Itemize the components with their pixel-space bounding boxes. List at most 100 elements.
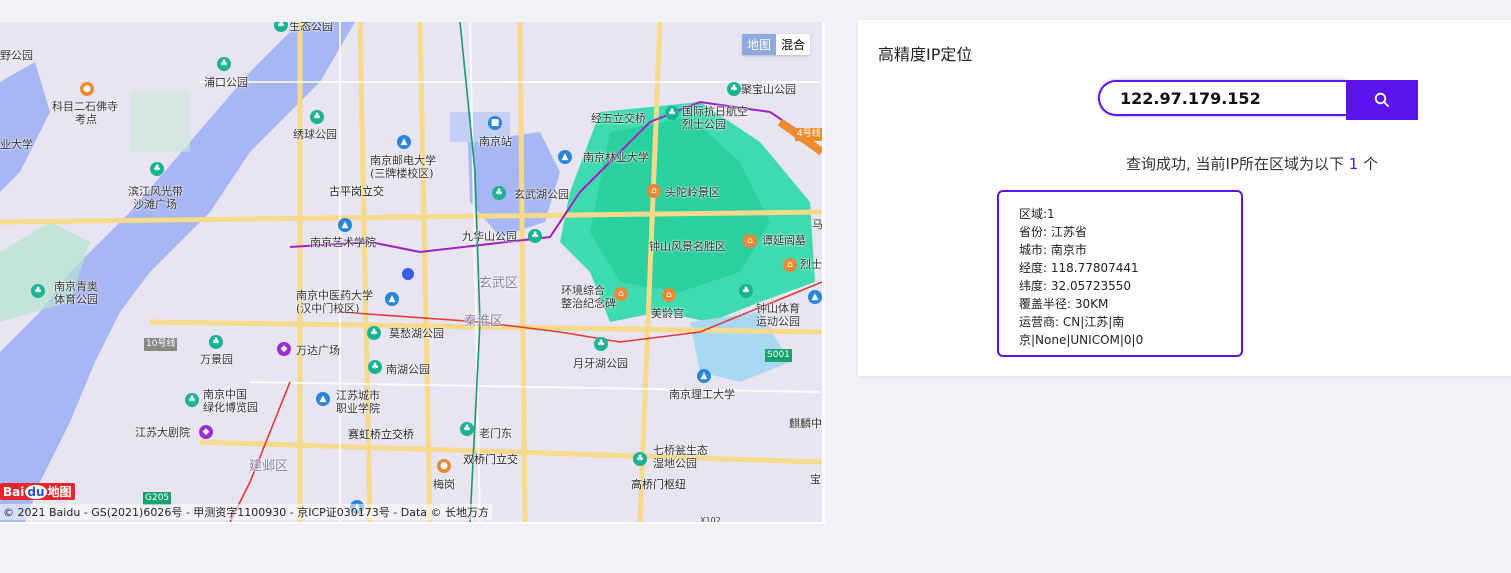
scenic-pin-icon[interactable]: ⌂	[662, 288, 676, 302]
map-label: X102	[700, 516, 721, 524]
map-label: 古平岗立交	[329, 185, 384, 198]
map-label: 绿化博览园	[203, 401, 258, 414]
school-pin-icon[interactable]: ▲	[808, 290, 822, 304]
scenic-pin-icon[interactable]: ⌂	[783, 258, 797, 272]
map-label: 南京青奥	[54, 280, 98, 293]
map-label: 运动公园	[756, 315, 800, 328]
park-pin-icon[interactable]: ♣	[460, 422, 474, 436]
park-pin-icon[interactable]: ♣	[217, 57, 231, 71]
station-pin-icon[interactable]: ■	[488, 116, 502, 130]
map-label: 谭延闿墓	[762, 234, 806, 247]
park-pin-icon[interactable]: ♣	[528, 229, 542, 243]
map-label: 整治纪念碑	[561, 297, 616, 310]
map-label: 马	[812, 218, 823, 231]
map-type-switch[interactable]: 地图 混合	[741, 34, 810, 55]
park-pin-icon[interactable]: ♣	[185, 393, 199, 407]
search-box	[1098, 80, 1418, 120]
result-card[interactable]: 区域:1 省份: 江苏省 城市: 南京市 经度: 118.77807441 纬度…	[997, 190, 1243, 357]
map-label: 南京站	[479, 135, 512, 148]
map-label: 滨江风光带	[128, 185, 183, 198]
scenic-pin-icon[interactable]: ⌂	[614, 287, 628, 301]
school-pin-icon[interactable]: ▲	[338, 218, 352, 232]
school-pin-icon[interactable]: ▲	[397, 135, 411, 149]
map-label: 浦口公园	[204, 76, 248, 89]
map-label: 建邺区	[249, 459, 289, 474]
map-label: 南京邮电大学	[370, 154, 436, 167]
map-label: 南京艺术学院	[310, 236, 376, 249]
map-label: 玄武区	[479, 276, 519, 291]
park-pin-icon[interactable]: ♣	[727, 82, 741, 96]
result-isp-cont: 京|None|UNICOM|0|0	[1019, 333, 1144, 347]
park-pin-icon[interactable]: ♣	[368, 360, 382, 374]
map-label: 南京中国	[203, 388, 247, 401]
result-longitude: 经度: 118.77807441	[1019, 261, 1139, 275]
map-label: 秦淮区	[464, 314, 504, 329]
result-radius: 覆盖半径: 30KM	[1019, 297, 1109, 311]
park-pin-icon[interactable]: ♣	[633, 452, 647, 466]
map-label: 莫愁湖公园	[389, 327, 444, 340]
map-label: 职业学院	[336, 402, 380, 415]
map-label: (三牌楼校区)	[370, 167, 434, 180]
result-region: 区域:1	[1019, 207, 1055, 221]
map-label: 江苏城市	[336, 389, 380, 402]
park-pin-icon[interactable]: ♣	[492, 186, 506, 200]
map-label: 梅岗	[433, 478, 455, 491]
map-label: 经五立交桥	[591, 112, 646, 125]
park-pin-icon[interactable]: ♣	[31, 284, 45, 298]
map-label: 麒麟中	[789, 417, 822, 430]
map-label: 玄武湖公园	[514, 188, 569, 201]
map-label: 钟山风景名胜区	[649, 240, 726, 253]
map-view[interactable]: 生态公园 野公园 浦口公园 科目二石佛寺 考点 业大学 绣球公园 南京邮电大学 …	[0, 22, 825, 524]
school-pin-icon[interactable]: ▲	[697, 369, 711, 383]
landmark-pin-icon[interactable]: ●	[80, 82, 94, 96]
map-label: 绣球公园	[293, 128, 337, 141]
map-label: 双桥门立交	[463, 453, 518, 466]
map-label: 湿地公园	[653, 457, 697, 470]
theater-pin-icon[interactable]: ◆	[199, 425, 213, 439]
park-pin-icon[interactable]: ♣	[665, 106, 679, 120]
map-label: 高桥门枢纽	[631, 478, 686, 491]
map-type-hybrid-button[interactable]: 混合	[776, 34, 810, 55]
search-button[interactable]	[1346, 80, 1418, 120]
search-icon	[1374, 92, 1389, 107]
map-label: 沙滩广场	[133, 198, 177, 211]
map-label: 宝	[810, 473, 821, 486]
map-label: 10号线	[144, 338, 178, 351]
park-pin-icon[interactable]: ♣	[209, 335, 223, 349]
logo-text: Bai	[3, 485, 25, 499]
map-label: 美龄宫	[651, 307, 684, 320]
result-province: 省份: 江苏省	[1019, 225, 1087, 239]
map-type-normal-button[interactable]: 地图	[741, 34, 776, 55]
park-pin-icon[interactable]: ♣	[150, 162, 164, 176]
park-pin-icon[interactable]: ♣	[367, 326, 381, 340]
map-label: 钟山体育	[756, 302, 800, 315]
scenic-pin-icon[interactable]: ⌂	[743, 234, 757, 248]
map-label: 国际抗日航空	[682, 105, 748, 118]
map-label: 南京理工大学	[669, 388, 735, 401]
map-label: 环境综合	[561, 284, 605, 297]
landmark-pin-icon[interactable]: ●	[437, 459, 451, 473]
result-latitude: 纬度: 32.05723550	[1019, 279, 1132, 293]
map-label: 江苏大剧院	[135, 426, 190, 439]
school-pin-icon[interactable]: ▲	[385, 292, 399, 306]
school-pin-icon[interactable]: ▲	[316, 392, 330, 406]
map-label: 南京中医药大学	[296, 289, 373, 302]
school-pin-icon[interactable]: ▲	[558, 150, 572, 164]
park-pin-icon[interactable]: ♣	[310, 110, 324, 124]
map-label: 生态公园	[289, 22, 333, 33]
map-label: 九华山公园	[462, 230, 517, 243]
ip-locate-panel: 高精度IP定位 查询成功, 当前IP所在区域为以下 1 个 区域:1 省份: 江…	[858, 20, 1511, 376]
baidu-map-logo: Bai du 地图	[0, 483, 75, 500]
result-isp: 运营商: CN|江苏|南	[1019, 315, 1125, 329]
map-label: 烈士	[800, 258, 822, 271]
scenic-pin-icon[interactable]: ⌂	[647, 184, 661, 198]
park-pin-icon[interactable]: ♣	[594, 337, 608, 351]
map-label: 南湖公园	[386, 363, 430, 376]
map-copyright: © 2021 Baidu - GS(2021)6026号 - 甲测资字11009…	[0, 504, 493, 520]
map-label: (汉中门校区)	[296, 302, 360, 315]
map-label: 月牙湖公园	[573, 357, 628, 370]
mall-pin-icon[interactable]: ◆	[277, 342, 291, 356]
park-pin-icon[interactable]: ♣	[739, 284, 753, 298]
map-label: 业大学	[0, 138, 33, 151]
ip-search-input[interactable]	[1098, 80, 1346, 116]
